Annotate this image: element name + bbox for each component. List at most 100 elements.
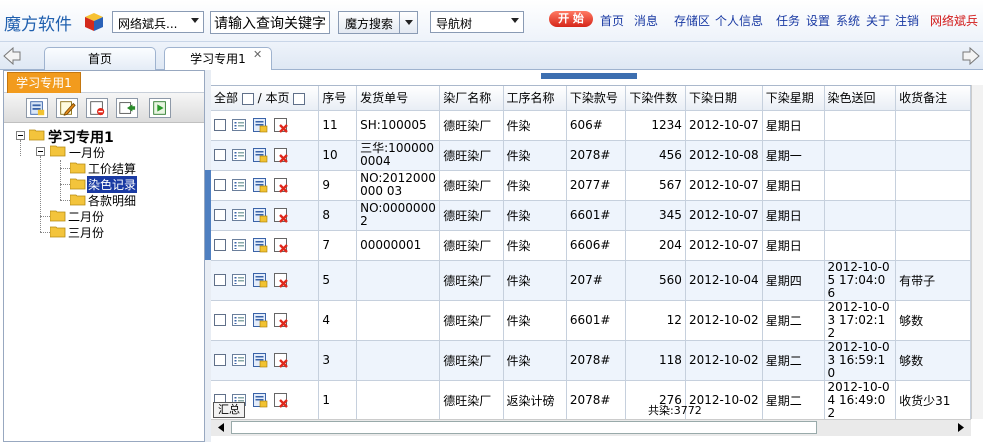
select-page-checkbox[interactable] — [293, 92, 306, 105]
quantity: 204 — [625, 230, 686, 261]
delete-icon[interactable] — [273, 207, 289, 223]
edit-icon[interactable] — [252, 147, 268, 163]
link-about[interactable]: 关于 — [866, 12, 890, 29]
row-checkbox[interactable] — [214, 239, 226, 251]
delete-icon[interactable] — [273, 352, 289, 368]
scrollbar-thumb[interactable] — [231, 421, 817, 434]
edit-icon[interactable] — [252, 177, 268, 193]
nav-tree-selector[interactable]: 导航树 — [430, 11, 524, 33]
table-row[interactable]: 5 德旺染厂 件染 207# 560 2012-10-04 星期四 2012-10-05 17… — [211, 260, 971, 301]
row-checkbox[interactable] — [214, 149, 226, 161]
col-header[interactable]: 下染日期 — [685, 86, 763, 111]
link-settings[interactable]: 设置 — [806, 12, 830, 29]
row-checkbox[interactable] — [214, 314, 226, 326]
delete-icon[interactable] — [273, 237, 289, 253]
col-header[interactable]: 染厂名称 — [439, 86, 504, 111]
tree-collapse-icon[interactable] — [36, 147, 45, 156]
tree-item-month1[interactable]: 一月份 — [69, 144, 105, 161]
returned-time: 2012-10-04 16:49:02 — [824, 380, 897, 419]
table-row[interactable]: 3 德旺染厂 件染 2078# 118 2012-10-02 星期二 2012-10-03 1… — [211, 340, 971, 381]
scroll-right-icon[interactable] — [953, 420, 969, 435]
nav-forward-icon[interactable] — [961, 47, 981, 65]
delete-icon[interactable] — [273, 312, 289, 328]
collapse-toggle[interactable] — [541, 73, 637, 79]
col-header[interactable]: 工序名称 — [503, 86, 567, 111]
view-details-icon[interactable] — [231, 177, 247, 193]
tree-collapse-icon[interactable] — [16, 131, 25, 140]
tree-item-dye-record-selected[interactable]: 染色记录 — [87, 176, 138, 193]
row-checkbox[interactable] — [214, 209, 226, 221]
chevron-down-icon[interactable] — [405, 20, 413, 25]
delete-icon[interactable] — [273, 117, 289, 133]
start-button[interactable]: 开 始 — [549, 11, 593, 27]
col-header[interactable]: 下染件数 — [625, 86, 686, 111]
edit-icon[interactable] — [252, 312, 268, 328]
link-tasks[interactable]: 任务 — [776, 12, 800, 29]
view-details-icon[interactable] — [231, 147, 247, 163]
table-row[interactable]: 9 NO:2012000000 03 德旺染厂 件染 2077# 567 2012-10-0… — [211, 170, 971, 201]
table-row[interactable]: 7 00000001 德旺染厂 件染 6606# 204 2012-10-07 星期日 — [211, 230, 971, 261]
nav-back-icon[interactable] — [2, 47, 22, 65]
link-storage[interactable]: 存储区 — [674, 12, 710, 29]
table-row[interactable]: 1 德旺染厂 返染计磅 2078# 276 2012-10-02 星期二 2012-10-04… — [211, 380, 971, 419]
link-logout[interactable]: 注销 — [895, 12, 919, 29]
vertical-scrollbar[interactable] — [971, 85, 983, 419]
col-header[interactable]: 序号 — [318, 86, 358, 111]
table-row[interactable]: 4 德旺染厂 件染 6601# 12 2012-10-02 星期二 2012-10-03 17… — [211, 300, 971, 341]
col-header[interactable]: 收货备注 — [895, 86, 971, 111]
edit-icon[interactable] — [252, 117, 268, 133]
view-details-icon[interactable] — [231, 237, 247, 253]
run-icon[interactable] — [149, 98, 171, 118]
left-panel-tab[interactable]: 学习专用1 — [7, 72, 81, 94]
row-checkbox[interactable] — [214, 354, 226, 366]
edit-icon[interactable] — [252, 352, 268, 368]
site-selector-value: 网络斌兵... — [118, 17, 178, 31]
tree-item-month3[interactable]: 三月份 — [68, 224, 104, 241]
row-checkbox[interactable] — [214, 119, 226, 131]
edit-icon[interactable] — [252, 207, 268, 223]
site-selector[interactable]: 网络斌兵... — [112, 11, 204, 33]
tree-item-wage-settlement[interactable]: 工价结算 — [88, 160, 136, 177]
search-input[interactable] — [210, 11, 330, 34]
row-checkbox[interactable] — [214, 274, 226, 286]
col-header[interactable]: 下染款号 — [566, 86, 627, 111]
view-details-icon[interactable] — [231, 272, 247, 288]
tab-home[interactable]: 首页 — [44, 47, 156, 71]
export-icon[interactable] — [116, 98, 138, 118]
search-button[interactable]: 魔方搜索 — [338, 11, 418, 34]
link-home[interactable]: 首页 — [600, 12, 624, 29]
col-header[interactable]: 下染星期 — [762, 86, 825, 111]
shipping-number — [356, 340, 441, 381]
table-row[interactable]: 10 三华:1000000004 德旺染厂 件染 2078# 456 2012-10-08 星… — [211, 140, 971, 171]
summary-button[interactable]: 汇总 — [213, 402, 245, 418]
link-system[interactable]: 系统 — [836, 12, 860, 29]
edit-icon[interactable] — [252, 392, 268, 408]
col-header[interactable]: 发货单号 — [356, 86, 441, 111]
table-row[interactable]: 11 SH:100005 德旺染厂 件染 606# 1234 2012-10-07 星期日 — [211, 110, 971, 141]
link-messages[interactable]: 消息 — [634, 12, 658, 29]
view-details-icon[interactable] — [231, 207, 247, 223]
close-icon[interactable]: ✕ — [253, 48, 262, 61]
link-profile[interactable]: 个人信息 — [715, 12, 763, 29]
delete-icon[interactable] — [86, 98, 108, 118]
tree-item-month2[interactable]: 二月份 — [68, 208, 104, 225]
delete-icon[interactable] — [273, 177, 289, 193]
row-checkbox[interactable] — [214, 179, 226, 191]
edit-icon[interactable] — [56, 98, 78, 118]
delete-icon[interactable] — [273, 147, 289, 163]
edit-icon[interactable] — [252, 237, 268, 253]
edit-icon[interactable] — [252, 272, 268, 288]
view-details-icon[interactable] — [231, 117, 247, 133]
view-details-icon[interactable] — [231, 312, 247, 328]
tree-connector — [20, 140, 21, 156]
delete-icon[interactable] — [273, 272, 289, 288]
table-row[interactable]: 8 NO:00000002 德旺染厂 件染 6601# 345 2012-10-07 星期日 — [211, 200, 971, 231]
dye-date: 2012-10-07 — [685, 170, 763, 201]
scroll-left-icon[interactable] — [213, 420, 229, 435]
select-all-checkbox[interactable] — [241, 92, 254, 105]
tree-item-style-details[interactable]: 各款明细 — [88, 192, 136, 209]
view-list-icon[interactable] — [26, 98, 48, 118]
delete-icon[interactable] — [273, 392, 289, 408]
view-details-icon[interactable] — [231, 352, 247, 368]
col-header[interactable]: 染色送回 — [824, 86, 897, 111]
